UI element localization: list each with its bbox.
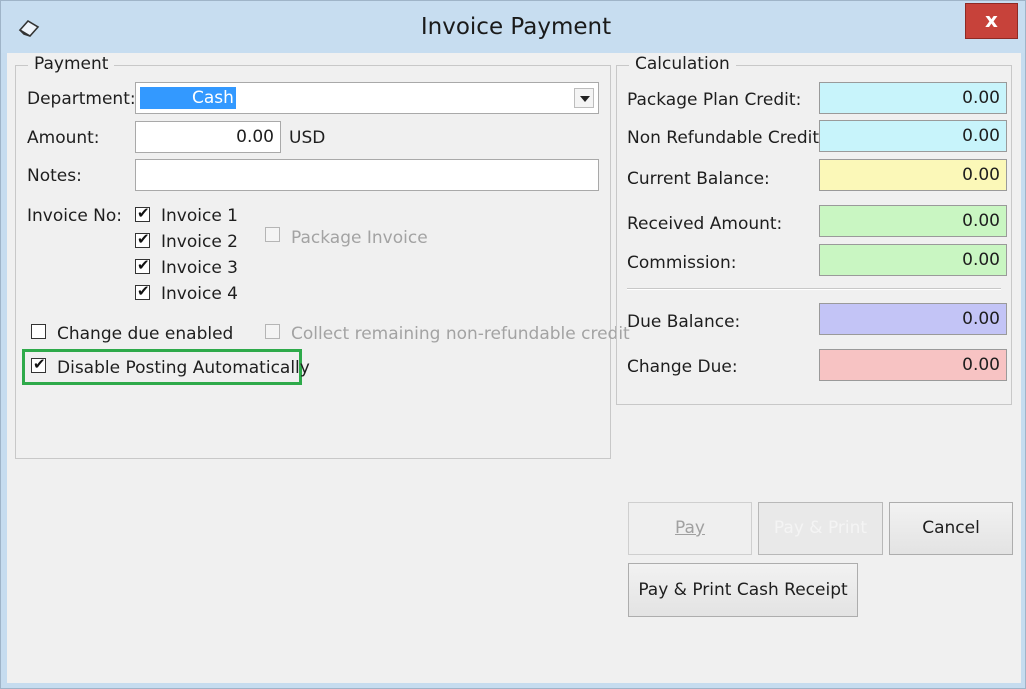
package-invoice-checkbox[interactable] (265, 227, 280, 242)
package-plan-credit-value: 0.00 (819, 82, 1007, 114)
disable-posting-label: Disable Posting Automatically (57, 358, 310, 378)
received-amount-label: Received Amount: (627, 214, 783, 234)
change-due-amount-value: 0.00 (819, 349, 1007, 381)
invoice-1-checkbox[interactable]: ✔ (135, 204, 150, 222)
non-refundable-credit-value: 0.00 (819, 120, 1007, 152)
invoice-3-checkbox[interactable]: ✔ (135, 256, 150, 274)
invoice-2-label: Invoice 2 (161, 232, 238, 252)
invoice-2-checkbox[interactable]: ✔ (135, 230, 150, 248)
checkmark-icon: ✔ (33, 355, 46, 373)
department-label: Department: (27, 89, 136, 109)
invoice-3-label: Invoice 3 (161, 258, 238, 278)
cancel-button[interactable]: Cancel (889, 502, 1013, 555)
calculation-separator (627, 288, 1001, 290)
chevron-down-icon[interactable] (574, 88, 594, 108)
title-bar: Invoice Payment x (1, 1, 1025, 53)
dialog-body: Payment Department: Cash Amount: 0.00 US… (7, 53, 1021, 683)
invoice-1-label: Invoice 1 (161, 206, 238, 226)
window-title: Invoice Payment (420, 14, 612, 40)
invoice-4-label: Invoice 4 (161, 284, 238, 304)
package-invoice-label: Package Invoice (291, 228, 428, 248)
due-balance-value: 0.00 (819, 303, 1007, 335)
payment-group-title: Payment (28, 54, 115, 74)
calculation-group-title: Calculation (629, 54, 736, 74)
pay-print-button[interactable]: Pay & Print (758, 502, 883, 555)
commission-value: 0.00 (819, 244, 1007, 276)
non-refundable-credit-label: Non Refundable Credit: (627, 128, 825, 148)
collect-credit-label: Collect remaining non-refundable credit (291, 324, 630, 344)
currency-label: USD (289, 128, 326, 148)
payment-group: Payment (15, 54, 611, 459)
department-select[interactable]: Cash (135, 82, 599, 114)
checkmark-icon: ✔ (137, 230, 150, 248)
notes-field[interactable] (135, 159, 599, 191)
amount-label: Amount: (27, 128, 100, 148)
received-amount-value: 0.00 (819, 205, 1007, 237)
change-due-label: Change due enabled (57, 324, 234, 344)
collect-credit-checkbox[interactable] (265, 324, 280, 339)
commission-label: Commission: (627, 253, 737, 273)
pay-button[interactable]: Pay (628, 502, 752, 555)
notes-label: Notes: (27, 166, 82, 186)
checkmark-icon: ✔ (137, 256, 150, 274)
invoice-payment-window: Invoice Payment x Payment Department: Ca… (0, 0, 1026, 689)
close-button[interactable]: x (965, 3, 1018, 39)
checkmark-icon: ✔ (137, 282, 150, 300)
department-selected-value: Cash (140, 87, 236, 109)
checkmark-icon: ✔ (137, 204, 150, 222)
due-balance-label: Due Balance: (627, 312, 741, 332)
package-plan-credit-label: Package Plan Credit: (627, 90, 802, 110)
pay-print-cash-receipt-button[interactable]: Pay & Print Cash Receipt (628, 563, 858, 617)
disable-posting-checkbox[interactable]: ✔ (31, 355, 46, 373)
change-due-amount-label: Change Due: (627, 357, 738, 377)
change-due-checkbox[interactable] (31, 324, 46, 339)
invoice-no-label: Invoice No: (27, 206, 123, 226)
amount-field[interactable]: 0.00 (135, 121, 281, 153)
current-balance-value: 0.00 (819, 159, 1007, 191)
invoice-4-checkbox[interactable]: ✔ (135, 282, 150, 300)
current-balance-label: Current Balance: (627, 169, 770, 189)
